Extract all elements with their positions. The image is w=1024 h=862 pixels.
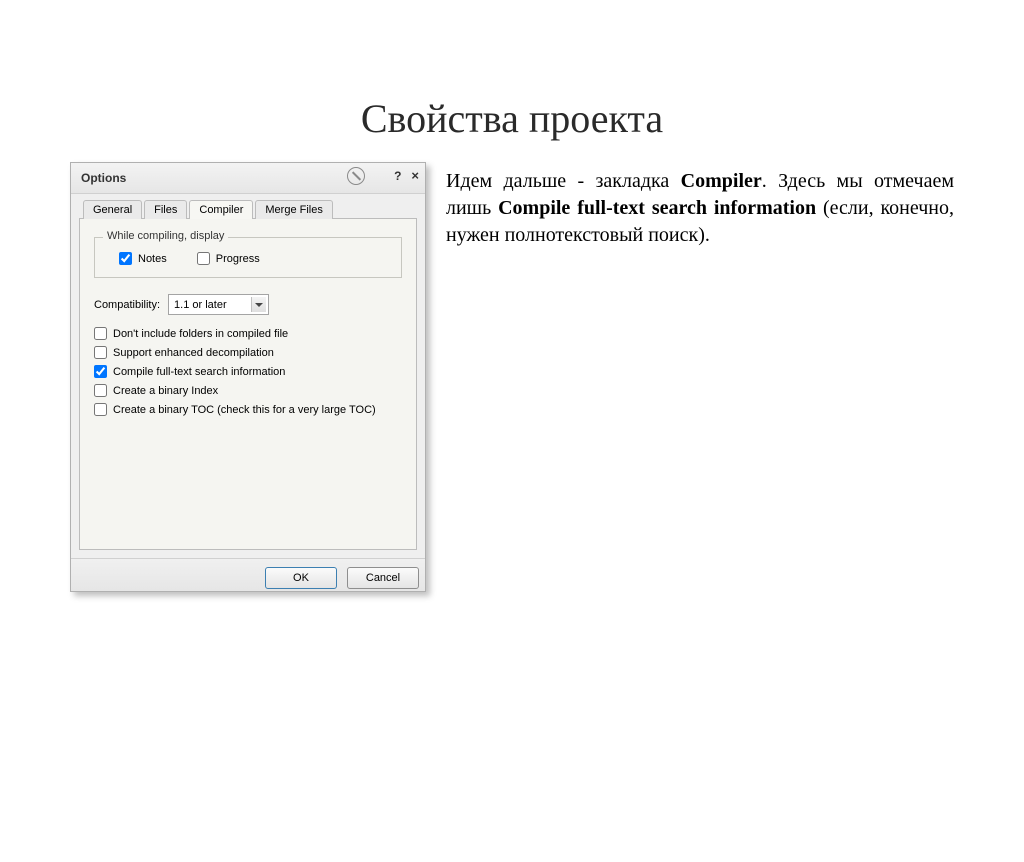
close-button[interactable]: ×: [411, 168, 419, 183]
body-b1: Compiler: [681, 170, 762, 192]
cancel-button[interactable]: Cancel: [347, 567, 419, 589]
checkbox-no-folders-label: Don't include folders in compiled file: [113, 328, 288, 340]
ok-button[interactable]: OK: [265, 567, 337, 589]
checkbox-fulltext[interactable]: Compile full-text search information: [94, 365, 402, 378]
checkbox-fulltext-label: Compile full-text search information: [113, 366, 285, 378]
tab-general[interactable]: General: [83, 200, 142, 219]
button-row: OK Cancel: [71, 558, 425, 591]
checkbox-notes[interactable]: Notes: [119, 252, 167, 265]
checkbox-binary-index-input[interactable]: [94, 384, 107, 397]
help-button[interactable]: ?: [394, 169, 401, 183]
blocked-icon: [347, 167, 365, 185]
options-dialog: Options ? × General Files Compiler Merge…: [70, 162, 426, 592]
group-while-compiling: While compiling, display Notes Progress: [94, 237, 402, 278]
tab-compiler[interactable]: Compiler: [189, 200, 253, 219]
checkbox-progress-label: Progress: [216, 253, 260, 265]
checkbox-binary-index[interactable]: Create a binary Index: [94, 384, 402, 397]
checkbox-binary-index-label: Create a binary Index: [113, 385, 218, 397]
tabstrip: General Files Compiler Merge Files: [79, 194, 417, 219]
checkbox-notes-label: Notes: [138, 253, 167, 265]
chevron-down-icon: [251, 297, 266, 312]
body-pre: Идем дальше - закладка: [446, 170, 681, 192]
compatibility-label: Compatibility:: [94, 299, 160, 311]
titlebar: Options ? ×: [71, 163, 425, 194]
checkbox-notes-input[interactable]: [119, 252, 132, 265]
slide-title: Свойства проекта: [0, 95, 1024, 142]
checkbox-enhanced-decomp-label: Support enhanced decompilation: [113, 347, 274, 359]
checkbox-no-folders-input[interactable]: [94, 327, 107, 340]
checkbox-enhanced-decomp[interactable]: Support enhanced decompilation: [94, 346, 402, 359]
body-text: Идем дальше - закладка Compiler. Здесь м…: [426, 162, 954, 249]
tab-files[interactable]: Files: [144, 200, 187, 219]
checkbox-binary-toc-label: Create a binary TOC (check this for a ve…: [113, 404, 376, 416]
options-list: Don't include folders in compiled file S…: [94, 327, 402, 416]
checkbox-binary-toc[interactable]: Create a binary TOC (check this for a ve…: [94, 403, 402, 416]
tab-merge-files[interactable]: Merge Files: [255, 200, 332, 219]
dialog-title: Options: [81, 171, 126, 185]
group-legend: While compiling, display: [103, 230, 228, 242]
checkbox-progress[interactable]: Progress: [197, 252, 260, 265]
checkbox-progress-input[interactable]: [197, 252, 210, 265]
tab-panel: While compiling, display Notes Progress: [79, 219, 417, 550]
checkbox-no-folders[interactable]: Don't include folders in compiled file: [94, 327, 402, 340]
checkbox-binary-toc-input[interactable]: [94, 403, 107, 416]
compatibility-dropdown[interactable]: 1.1 or later: [168, 294, 269, 315]
checkbox-fulltext-input[interactable]: [94, 365, 107, 378]
compatibility-value: 1.1 or later: [174, 299, 227, 311]
body-b2: Compile full-text search information: [498, 197, 816, 219]
checkbox-enhanced-decomp-input[interactable]: [94, 346, 107, 359]
